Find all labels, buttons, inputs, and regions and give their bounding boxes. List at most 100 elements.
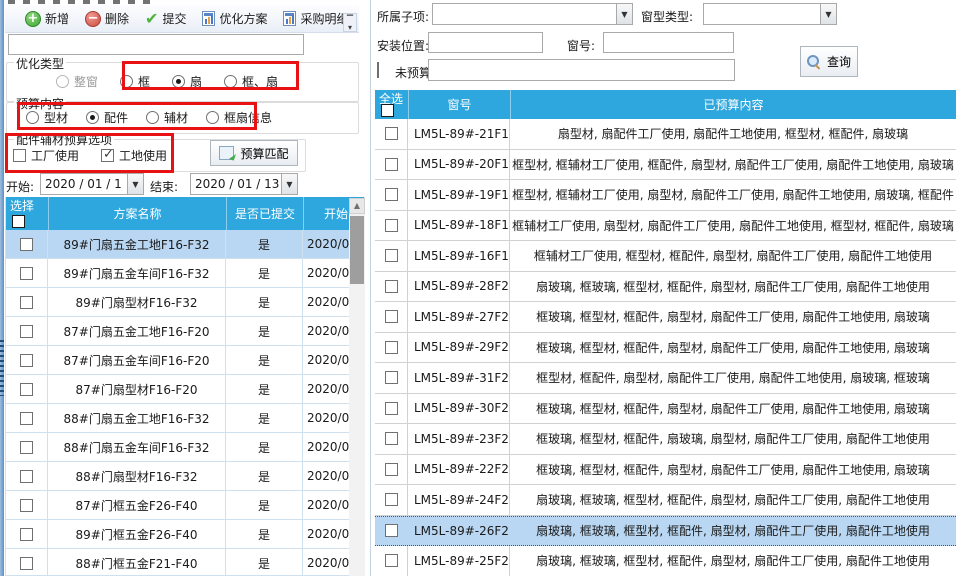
row-checkbox[interactable]: [20, 383, 33, 396]
select-all-checkbox[interactable]: [381, 104, 394, 117]
toolbar-button-label: 优化方案: [219, 10, 267, 27]
date-end-picker[interactable]: 2020 / 01 / 13 ▼: [190, 173, 298, 195]
row-checkbox[interactable]: [385, 158, 398, 171]
query-button[interactable]: 查询: [800, 46, 858, 77]
scheme-table-scrollbar[interactable]: ▲: [349, 198, 365, 576]
budget-table-row[interactable]: LM5L-89#-25F23扇玻璃, 框玻璃, 框型材, 框配件, 扇型材, 扇…: [375, 546, 956, 576]
row-checkbox[interactable]: [20, 267, 33, 280]
row-checkbox[interactable]: [385, 127, 398, 140]
radio-optimize-type[interactable]: 整窗: [56, 73, 98, 90]
radio-budget-content[interactable]: 配件: [86, 109, 128, 126]
scheme-filter-input[interactable]: [8, 34, 304, 55]
scheme-table-row[interactable]: 87#门扇五金工地F16-F20是2020/0: [6, 317, 364, 346]
row-checkbox[interactable]: [20, 412, 33, 425]
radio-optimize-type[interactable]: 扇: [172, 73, 202, 90]
budget-table-row[interactable]: LM5L-89#-30F28框玻璃, 框型材, 框配件, 扇型材, 扇配件工厂使…: [375, 394, 956, 425]
window-type-select[interactable]: ▼: [703, 3, 837, 25]
budget-table-row[interactable]: LM5L-89#-29F27框玻璃, 框型材, 框配件, 扇型材, 扇配件工厂使…: [375, 333, 956, 364]
toolbar-overflow-button[interactable]: ▔▾: [343, 13, 357, 32]
scheme-table-row[interactable]: 87#门扇五金车间F16-F20是2020/0: [6, 346, 364, 375]
scrollbar-thumb[interactable]: [350, 216, 364, 284]
window-type-dropdown-icon[interactable]: ▼: [820, 4, 836, 24]
budget-table-row[interactable]: LM5L-89#-21F19扇型材, 扇配件工厂使用, 扇配件工地使用, 框型材…: [375, 119, 956, 150]
scheme-table: 选择 方案名称 是否已提交 开始 89#门扇五金工地F16-F32是2020/0…: [5, 197, 365, 576]
scheme-table-row[interactable]: 88#门扇型材F16-F32是2020/0: [6, 462, 364, 491]
date-start-picker[interactable]: 2020 / 01 / 1 ▼: [40, 173, 144, 195]
budget-table-row[interactable]: LM5L-89#-22F20框玻璃, 框型材, 框配件, 扇型材, 扇配件工厂使…: [375, 455, 956, 486]
optimize-type-options: 整窗 框 扇 框、扇: [56, 73, 356, 90]
row-checkbox[interactable]: [385, 554, 398, 567]
row-checkbox[interactable]: [385, 310, 398, 323]
budget-table-row[interactable]: LM5L-89#-31F29框型材, 框配件, 扇型材, 扇配件工厂使用, 扇配…: [375, 363, 956, 394]
row-checkbox[interactable]: [20, 238, 33, 251]
row-checkbox[interactable]: [20, 354, 33, 367]
row-checkbox[interactable]: [385, 524, 398, 537]
row-checkbox[interactable]: [385, 432, 398, 445]
budget-table-row[interactable]: LM5L-89#-24F22扇玻璃, 框玻璃, 框型材, 框配件, 扇型材, 扇…: [375, 485, 956, 516]
row-checkbox[interactable]: [385, 463, 398, 476]
select-all-checkbox[interactable]: [12, 215, 25, 228]
window-no-cell: LM5L-89#-21F19: [408, 119, 510, 149]
row-checkbox[interactable]: [20, 296, 33, 309]
radio-budget-content[interactable]: 辅材: [146, 109, 188, 126]
row-checkbox[interactable]: [20, 325, 33, 338]
scheme-table-row[interactable]: 88#门扇五金工地F16-F32是2020/0: [6, 404, 364, 433]
budget-table-row[interactable]: LM5L-89#-16F15框辅材工厂使用, 框型材, 框配件, 扇型材, 扇配…: [375, 241, 956, 272]
toolbar-button-delete[interactable]: −删除: [80, 8, 134, 29]
row-checkbox[interactable]: [20, 528, 33, 541]
toolbar-button-optimize-plan[interactable]: 优化方案: [197, 8, 272, 29]
scheme-header-name[interactable]: 方案名称: [48, 197, 226, 230]
budget-header-content[interactable]: 已预算内容: [510, 90, 956, 119]
date-end-dropdown-icon[interactable]: ▼: [281, 174, 297, 194]
scheme-table-row[interactable]: 89#门扇五金车间F16-F32是2020/0: [6, 259, 364, 288]
row-checkbox[interactable]: [385, 249, 398, 262]
scheme-table-row[interactable]: 89#门扇五金工地F16-F32是2020/0: [6, 230, 364, 259]
row-checkbox[interactable]: [385, 341, 398, 354]
row-checkbox[interactable]: [20, 557, 33, 570]
budget-match-button[interactable]: 预算匹配: [210, 140, 298, 166]
sub-item-select[interactable]: ▼: [432, 3, 633, 25]
scheme-table-row[interactable]: 87#门框五金F26-F40是2020/0: [6, 491, 364, 520]
budget-table-row[interactable]: LM5L-89#-26F24扇玻璃, 框玻璃, 框型材, 框配件, 扇型材, 扇…: [375, 516, 956, 547]
checkbox-accessory-option[interactable]: 工地使用: [101, 147, 167, 164]
window-no-input[interactable]: [603, 32, 734, 53]
scheme-header-submitted[interactable]: 是否已提交: [226, 197, 303, 230]
scheme-table-row[interactable]: 89#门扇型材F16-F32是2020/0: [6, 288, 364, 317]
left-splitter[interactable]: [0, 0, 4, 576]
row-checkbox[interactable]: [385, 188, 398, 201]
budget-table-row[interactable]: LM5L-89#-18F16框辅材工厂使用, 扇型材, 扇配件工厂使用, 扇配件…: [375, 211, 956, 242]
row-checkbox[interactable]: [385, 219, 398, 232]
row-select-cell: [375, 150, 408, 180]
row-checkbox[interactable]: [385, 280, 398, 293]
row-checkbox[interactable]: [385, 493, 398, 506]
install-pos-input[interactable]: [428, 32, 543, 53]
row-checkbox[interactable]: [385, 371, 398, 384]
budget-table-row[interactable]: LM5L-89#-19F17框型材, 框辅材工厂使用, 扇型材, 扇配件工厂使用…: [375, 180, 956, 211]
row-checkbox[interactable]: [20, 499, 33, 512]
row-checkbox[interactable]: [20, 470, 33, 483]
row-checkbox[interactable]: [20, 441, 33, 454]
toolbar-button-add[interactable]: +新增: [20, 8, 74, 29]
budget-header-window-no[interactable]: 窗号: [408, 90, 510, 119]
budget-table-row[interactable]: LM5L-89#-27F25框玻璃, 框型材, 框配件, 扇型材, 扇配件工厂使…: [375, 302, 956, 333]
scheme-table-row[interactable]: 88#门框五金F21-F40是2020/0: [6, 549, 364, 576]
budget-table-row[interactable]: LM5L-89#-23F21框玻璃, 框型材, 框配件, 扇玻璃, 扇型材, 扇…: [375, 424, 956, 455]
radio-optimize-type[interactable]: 框、扇: [224, 73, 278, 90]
no-budget-input[interactable]: [428, 59, 735, 81]
row-checkbox[interactable]: [385, 402, 398, 415]
radio-optimize-type[interactable]: 框: [120, 73, 150, 90]
no-budget-checkbox[interactable]: [377, 62, 379, 78]
scheme-header-select: 选择: [6, 197, 48, 230]
budget-table-row[interactable]: LM5L-89#-28F26扇玻璃, 框玻璃, 框型材, 框配件, 扇型材, 扇…: [375, 272, 956, 303]
radio-budget-content[interactable]: 框扇信息: [206, 109, 272, 126]
checkbox-accessory-option[interactable]: 工厂使用: [13, 147, 79, 164]
radio-budget-content[interactable]: 型材: [26, 109, 68, 126]
toolbar-button-submit[interactable]: ✔提交: [140, 8, 191, 29]
sub-item-dropdown-icon[interactable]: ▼: [616, 4, 632, 24]
scheme-table-row[interactable]: 87#门扇型材F16-F20是2020/0: [6, 375, 364, 404]
scheme-table-row[interactable]: 89#门框五金F26-F40是2020/0: [6, 520, 364, 549]
budget-table-row[interactable]: LM5L-89#-20F18框型材, 框辅材工厂使用, 框配件, 扇型材, 扇配…: [375, 150, 956, 181]
scheme-table-row[interactable]: 88#门扇五金车间F16-F32是2020/0: [6, 433, 364, 462]
date-start-dropdown-icon[interactable]: ▼: [127, 174, 143, 194]
scrollbar-up-icon[interactable]: ▲: [349, 198, 365, 214]
